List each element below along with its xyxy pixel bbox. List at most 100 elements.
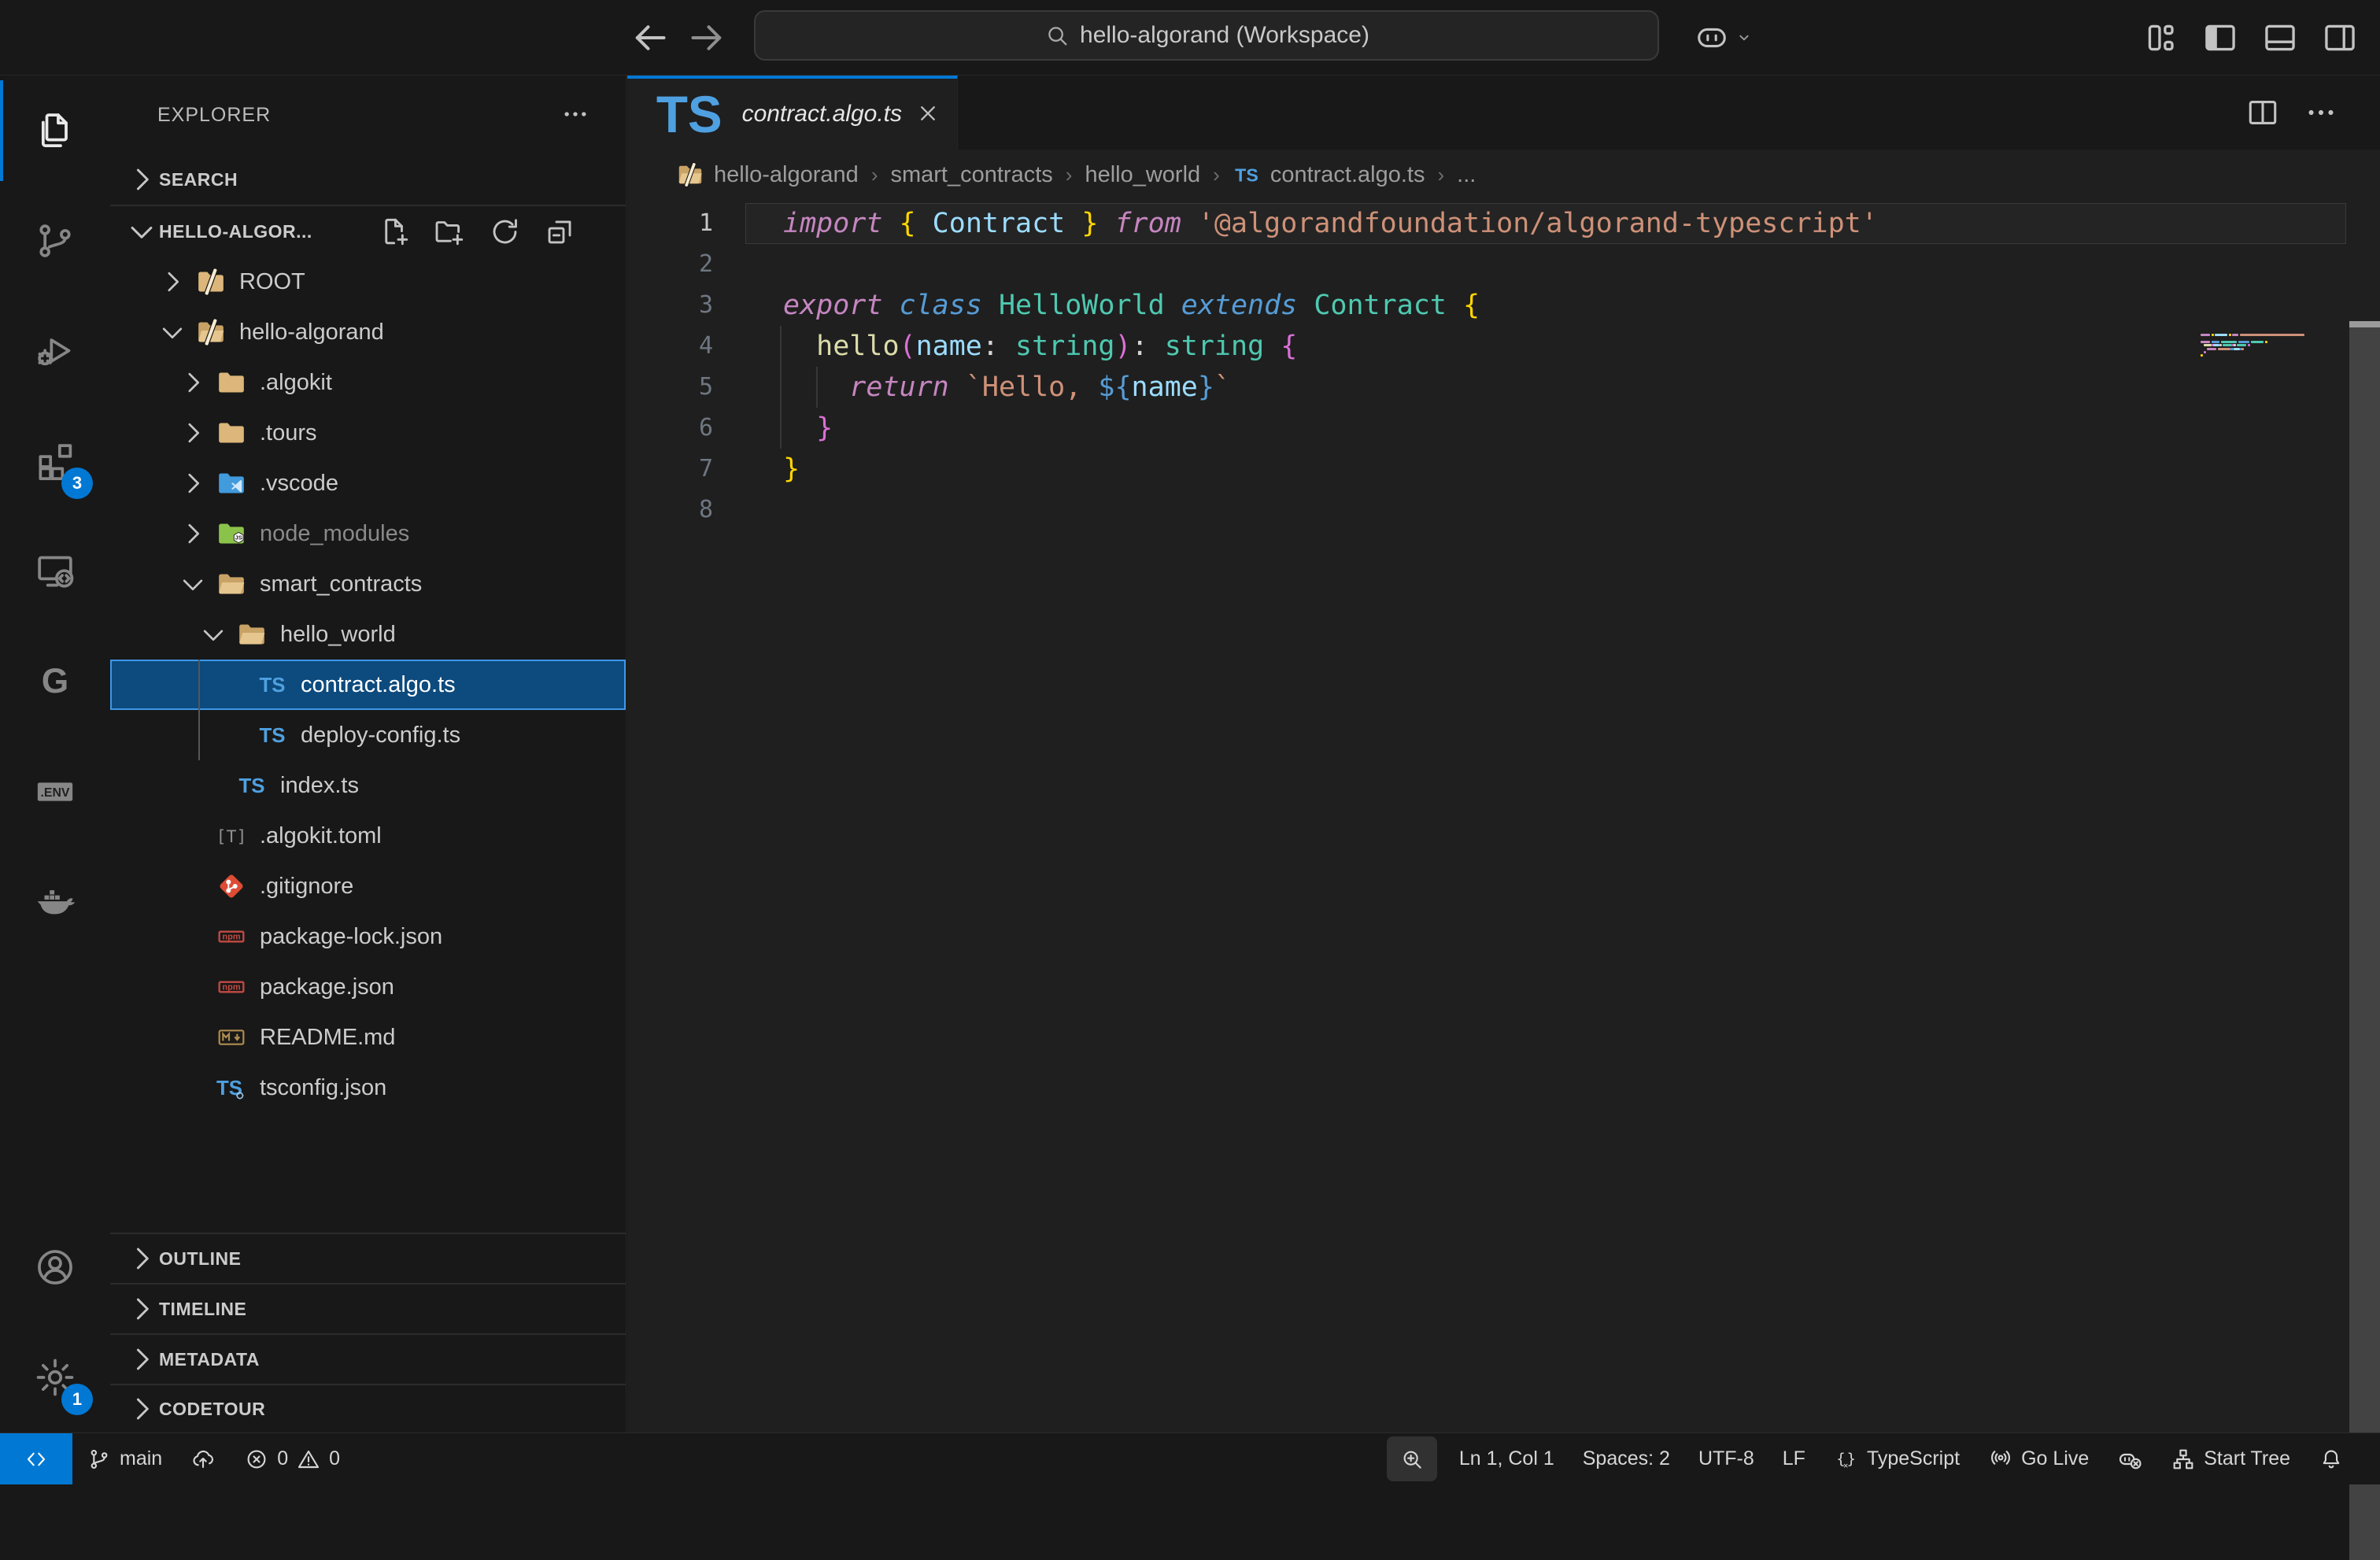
broadcast-icon xyxy=(1988,1447,2013,1472)
status-item-indentation[interactable]: Spaces: 2 xyxy=(1569,1433,1684,1484)
tree-item-deploy-config-ts[interactable]: TSdeploy-config.ts xyxy=(110,710,626,760)
chevron-right-icon xyxy=(124,1241,159,1276)
split-editor-button[interactable] xyxy=(2245,94,2281,131)
tree-item-contract-algo-ts[interactable]: TScontract.algo.ts xyxy=(110,660,626,710)
folder-vscode-icon xyxy=(216,468,247,499)
accounts-icon xyxy=(33,1245,77,1289)
zoom-in-icon xyxy=(1399,1447,1425,1472)
toggle-panel-button[interactable] xyxy=(2260,18,2300,57)
status-label: Ln 1, Col 1 xyxy=(1459,1447,1554,1470)
activity-item-manage[interactable]: 1 xyxy=(0,1322,110,1432)
section-metadata[interactable]: METADATA xyxy=(110,1333,626,1384)
activity-item-dotenv[interactable]: .ENV xyxy=(0,737,110,847)
dotenv-icon: .ENV xyxy=(33,770,77,814)
status-item-eol[interactable]: LF xyxy=(1768,1433,1820,1484)
code-editor[interactable]: 12345678 import { Contract } from '@algo… xyxy=(627,203,2380,1432)
remote-explorer-icon xyxy=(33,549,77,593)
status-item-copilot-status[interactable] xyxy=(2103,1433,2156,1484)
activity-item-accounts[interactable] xyxy=(0,1212,110,1322)
tree-item--tours[interactable]: .tours xyxy=(110,408,626,458)
ts-icon: TS xyxy=(257,669,288,701)
tree-item-label: deploy-config.ts xyxy=(301,723,460,749)
tree-item-package-lock-json[interactable]: npmpackage-lock.json xyxy=(110,911,626,962)
explorer-more-actions-button[interactable] xyxy=(553,93,597,137)
more-actions-button[interactable] xyxy=(2303,94,2339,131)
tree-item--algokit-toml[interactable]: [T].algokit.toml xyxy=(110,811,626,861)
tab-contract-algo-ts[interactable]: TS contract.algo.ts xyxy=(627,76,958,150)
activity-item-docker[interactable] xyxy=(0,847,110,957)
activity-item-extensions[interactable]: 3 xyxy=(0,406,110,516)
activity-item-run-and-debug[interactable] xyxy=(0,296,110,406)
command-center-search[interactable]: hello-algorand (Workspace) xyxy=(754,10,1659,61)
status-item-publish-changes[interactable] xyxy=(176,1433,230,1484)
section-codetour[interactable]: CODETOUR xyxy=(110,1384,626,1432)
tree-item-node-modules[interactable]: JSnode_modules xyxy=(110,508,626,559)
breadcrumb-item[interactable]: hello-algorand xyxy=(676,161,859,189)
toggle-primary-sidebar-button[interactable] xyxy=(2201,18,2240,57)
org-tree-icon xyxy=(2171,1447,2196,1472)
activity-item-remote-explorer[interactable] xyxy=(0,516,110,627)
activity-item-gitlens[interactable]: G xyxy=(0,627,110,737)
status-item-encoding[interactable]: UTF-8 xyxy=(1684,1433,1768,1484)
explorer-header: EXPLORER xyxy=(110,76,626,154)
status-item-problems[interactable]: 00 xyxy=(230,1433,354,1484)
tree-item-hello-world[interactable]: hello_world xyxy=(110,609,626,660)
section-timeline[interactable]: TIMELINE xyxy=(110,1283,626,1333)
status-item-notifications[interactable] xyxy=(2304,1433,2358,1484)
svg-text:TS: TS xyxy=(259,675,285,697)
refresh-explorer-button[interactable] xyxy=(488,215,522,249)
chevron-spacer xyxy=(170,1072,216,1103)
status-item-screencast-zoom[interactable] xyxy=(1387,1436,1437,1481)
explorer-sidebar: EXPLORER SEARCH HELLO-ALGOR... ROOThello… xyxy=(110,76,626,1432)
search-section-header[interactable]: SEARCH xyxy=(110,154,626,205)
status-item-git-branch[interactable]: main xyxy=(72,1433,176,1484)
new-folder-button[interactable] xyxy=(433,215,467,249)
status-item-go-live[interactable]: Go Live xyxy=(1974,1433,2103,1484)
tree-item--vscode[interactable]: .vscode xyxy=(110,458,626,508)
customize-layout-button[interactable] xyxy=(2141,18,2180,57)
activity-item-explorer[interactable] xyxy=(0,76,110,186)
tree-item--algokit[interactable]: .algokit xyxy=(110,357,626,408)
tree-item-smart-contracts[interactable]: smart_contracts xyxy=(110,559,626,609)
workspace-section-header[interactable]: HELLO-ALGOR... xyxy=(110,206,626,257)
bell-icon xyxy=(2319,1447,2344,1472)
tree-item-label: .tours xyxy=(260,420,317,446)
breadcrumb-item[interactable]: hello_world xyxy=(1085,162,1200,188)
status-item-start-tree[interactable]: Start Tree xyxy=(2156,1433,2304,1484)
typescript-file-icon: TS xyxy=(649,74,730,154)
toggle-secondary-sidebar-button[interactable] xyxy=(2320,18,2360,57)
md-icon xyxy=(216,1022,247,1053)
status-item-language-status[interactable]: {}×TypeScript xyxy=(1820,1433,1974,1484)
activity-item-source-control[interactable] xyxy=(0,186,110,296)
run-and-debug-icon xyxy=(33,329,77,373)
copilot-menu-button[interactable] xyxy=(1689,13,1760,63)
tree-item-label: .vscode xyxy=(260,471,338,497)
tree-item--gitignore[interactable]: .gitignore xyxy=(110,861,626,911)
breadcrumb-item[interactable]: smart_contracts xyxy=(890,162,1052,188)
tab-label: contract.algo.ts xyxy=(742,101,902,128)
status-item-remote-indicator[interactable] xyxy=(0,1433,72,1484)
chevron-spacer xyxy=(170,820,216,852)
collapse-folders-button[interactable] xyxy=(543,215,577,249)
tree-item-package-json[interactable]: npmpackage.json xyxy=(110,962,626,1012)
refresh-icon xyxy=(488,215,522,249)
editor-scrollbar[interactable] xyxy=(2349,321,2380,1560)
tree-item-root[interactable]: ROOT xyxy=(110,257,626,307)
collapse-all-icon xyxy=(543,215,577,249)
section-outline[interactable]: OUTLINE xyxy=(110,1233,626,1283)
navigate-back-button[interactable] xyxy=(626,14,674,61)
breadcrumb-item[interactable]: TScontract.algo.ts xyxy=(1232,161,1425,189)
new-file-button[interactable] xyxy=(378,215,412,249)
tree-item-readme-md[interactable]: README.md xyxy=(110,1012,626,1063)
breadcrumb-item[interactable]: ... xyxy=(1457,162,1476,188)
status-item-cursor-position[interactable]: Ln 1, Col 1 xyxy=(1445,1433,1569,1484)
navigate-forward-button[interactable] xyxy=(683,14,730,61)
code-lines: import { Contract } from '@algorandfound… xyxy=(783,203,1878,530)
tree-item-tsconfig-json[interactable]: TStsconfig.json xyxy=(110,1063,626,1113)
svg-text:[T]: [T] xyxy=(216,827,246,847)
tree-item-index-ts[interactable]: TSindex.ts xyxy=(110,760,626,811)
error-icon xyxy=(244,1447,269,1472)
ellipsis-icon xyxy=(560,98,591,130)
tree-item-hello-algorand[interactable]: hello-algorand xyxy=(110,307,626,357)
close-tab-button[interactable] xyxy=(915,98,941,130)
